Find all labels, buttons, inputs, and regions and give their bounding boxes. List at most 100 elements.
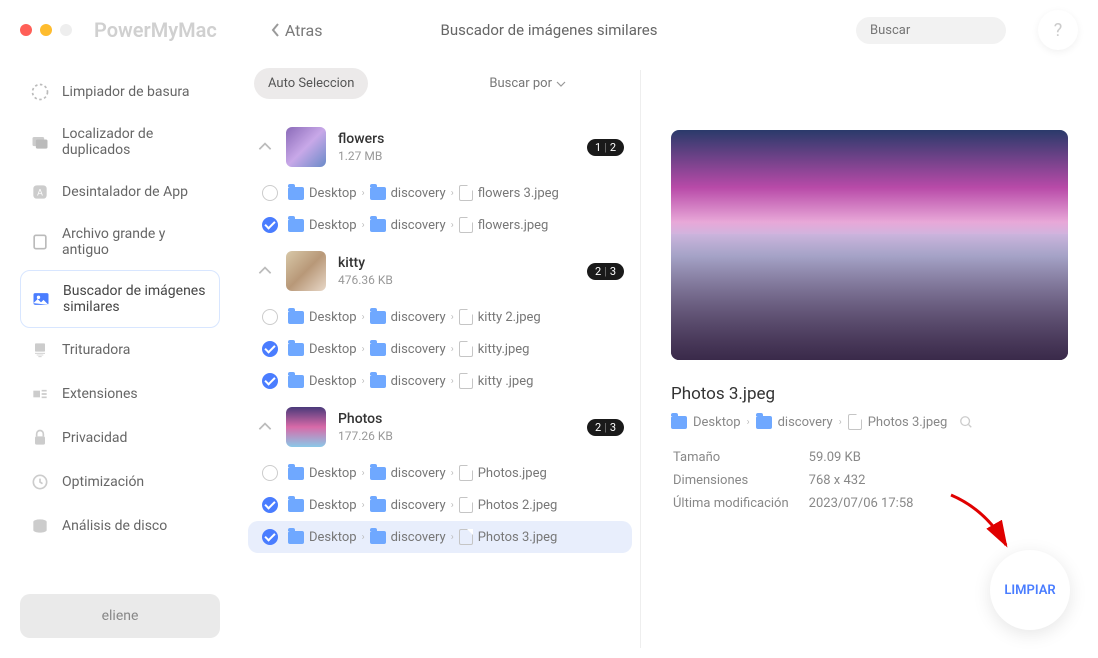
group-size: 177.26 KB	[338, 429, 575, 443]
close-icon[interactable]	[20, 24, 32, 36]
group-header[interactable]: flowers 1.27 MB 1|2	[240, 117, 640, 177]
preview-image	[671, 130, 1068, 360]
user-badge[interactable]: eliene	[20, 594, 220, 638]
sidebar-item-label: Optimización	[62, 474, 144, 490]
sidebar-item-label: Desintalador de App	[62, 184, 188, 200]
checkbox[interactable]	[262, 373, 278, 389]
file-row[interactable]: Desktop›discovery›Photos.jpeg	[240, 457, 640, 489]
sidebar-item-label: Localizador de duplicados	[62, 126, 210, 158]
folder-icon	[288, 311, 304, 324]
file-row[interactable]: Desktop›discovery›kitty .jpeg	[240, 365, 640, 397]
chevron-up-icon[interactable]	[256, 418, 274, 436]
file-row[interactable]: Desktop›discovery›kitty.jpeg	[240, 333, 640, 365]
file-row[interactable]: Desktop›discovery›Photos 2.jpeg	[240, 489, 640, 521]
folder-icon	[671, 416, 687, 429]
page-title: Buscador de imágenes similares	[441, 21, 658, 39]
group-size: 1.27 MB	[338, 149, 575, 163]
detail-metadata: Tamaño59.09 KB Dimensiones768 x 432 Últi…	[671, 446, 915, 516]
group-header[interactable]: Photos 177.26 KB 2|3	[240, 397, 640, 457]
file-row[interactable]: Desktop›discovery›Photos 3.jpeg	[248, 521, 632, 553]
search-box[interactable]	[856, 17, 1006, 44]
file-row[interactable]: Desktop›discovery›kitty 2.jpeg	[240, 301, 640, 333]
file-icon	[459, 529, 473, 545]
detail-filename: Photos 3.jpeg	[671, 384, 1068, 404]
chevron-up-icon[interactable]	[256, 138, 274, 156]
search-input[interactable]	[870, 23, 1036, 38]
group-badge: 1|2	[587, 139, 624, 156]
checkbox[interactable]	[262, 497, 278, 513]
sort-by-dropdown[interactable]: Buscar por	[489, 76, 566, 91]
group-thumbnail	[286, 407, 326, 447]
sidebar-item-label: Buscador de imágenes similares	[63, 283, 209, 315]
maximize-icon[interactable]	[60, 24, 72, 36]
sidebar-item-label: Privacidad	[62, 430, 127, 446]
auto-select-button[interactable]: Auto Seleccion	[254, 68, 368, 99]
file-icon	[459, 341, 473, 357]
help-button[interactable]: ?	[1038, 10, 1078, 50]
file-icon	[459, 309, 473, 325]
sidebar-item-8[interactable]: Optimización	[20, 460, 220, 504]
file-icon	[459, 373, 473, 389]
titlebar: PowerMyMac Atras Buscador de imágenes si…	[0, 0, 1098, 60]
folder-icon	[370, 467, 386, 480]
file-icon	[459, 497, 473, 513]
folder-icon	[370, 375, 386, 388]
group-name: kitty	[338, 255, 575, 271]
group-size: 476.36 KB	[338, 273, 575, 287]
sidebar: Limpiador de basura Localizador de duplic…	[0, 60, 240, 658]
sidebar-item-4[interactable]: Buscador de imágenes similares	[20, 270, 220, 328]
checkbox[interactable]	[262, 185, 278, 201]
group-thumbnail	[286, 127, 326, 167]
file-row[interactable]: Desktop›discovery›flowers.jpeg	[240, 209, 640, 241]
sidebar-item-6[interactable]: Extensiones	[20, 372, 220, 416]
sidebar-item-1[interactable]: Localizador de duplicados	[20, 114, 220, 170]
search-icon[interactable]	[959, 415, 973, 429]
folder-icon	[288, 467, 304, 480]
sidebar-item-label: Extensiones	[62, 386, 138, 402]
folder-icon	[370, 499, 386, 512]
chevron-up-icon[interactable]	[256, 262, 274, 280]
folder-icon	[288, 531, 304, 544]
sort-label: Buscar por	[489, 76, 552, 91]
checkbox[interactable]	[262, 529, 278, 545]
group-badge: 2|3	[587, 419, 624, 436]
folder-icon	[370, 311, 386, 324]
file-icon	[459, 465, 473, 481]
sidebar-item-label: Análisis de disco	[62, 518, 167, 534]
clean-button[interactable]: LIMPIAR	[990, 550, 1070, 630]
checkbox[interactable]	[262, 309, 278, 325]
minimize-icon[interactable]	[40, 24, 52, 36]
folder-icon	[370, 187, 386, 200]
group-name: flowers	[338, 131, 575, 147]
checkbox[interactable]	[262, 341, 278, 357]
window-controls	[20, 24, 72, 36]
sidebar-item-label: Archivo grande y antiguo	[62, 226, 210, 258]
checkbox[interactable]	[262, 465, 278, 481]
chevron-down-icon	[556, 79, 566, 89]
sidebar-item-5[interactable]: Trituradora	[20, 328, 220, 372]
folder-icon	[370, 343, 386, 356]
file-list-column: Auto Seleccion Buscar por flowers 1.27 MB…	[240, 60, 640, 658]
back-button[interactable]: Atras	[271, 21, 323, 40]
folder-icon	[370, 219, 386, 232]
folder-icon	[288, 375, 304, 388]
chevron-left-icon	[271, 23, 281, 37]
checkbox[interactable]	[262, 217, 278, 233]
back-label: Atras	[285, 21, 323, 40]
sidebar-item-3[interactable]: Archivo grande y antiguo	[20, 214, 220, 270]
file-row[interactable]: Desktop›discovery›flowers 3.jpeg	[240, 177, 640, 209]
folder-icon	[288, 219, 304, 232]
folder-icon	[756, 416, 772, 429]
group-thumbnail	[286, 251, 326, 291]
sidebar-item-2[interactable]: ADesintalador de App	[20, 170, 220, 214]
folder-icon	[288, 343, 304, 356]
sidebar-item-9[interactable]: Análisis de disco	[20, 504, 220, 548]
sidebar-item-label: Limpiador de basura	[62, 84, 190, 100]
sidebar-item-0[interactable]: Limpiador de basura	[20, 70, 220, 114]
group-header[interactable]: kitty476.36 KB2|3	[240, 241, 640, 301]
sidebar-item-7[interactable]: Privacidad	[20, 416, 220, 460]
group-name: Photos	[338, 411, 575, 427]
app-name: PowerMyMac	[94, 18, 217, 42]
folder-icon	[288, 499, 304, 512]
file-icon	[459, 185, 473, 201]
